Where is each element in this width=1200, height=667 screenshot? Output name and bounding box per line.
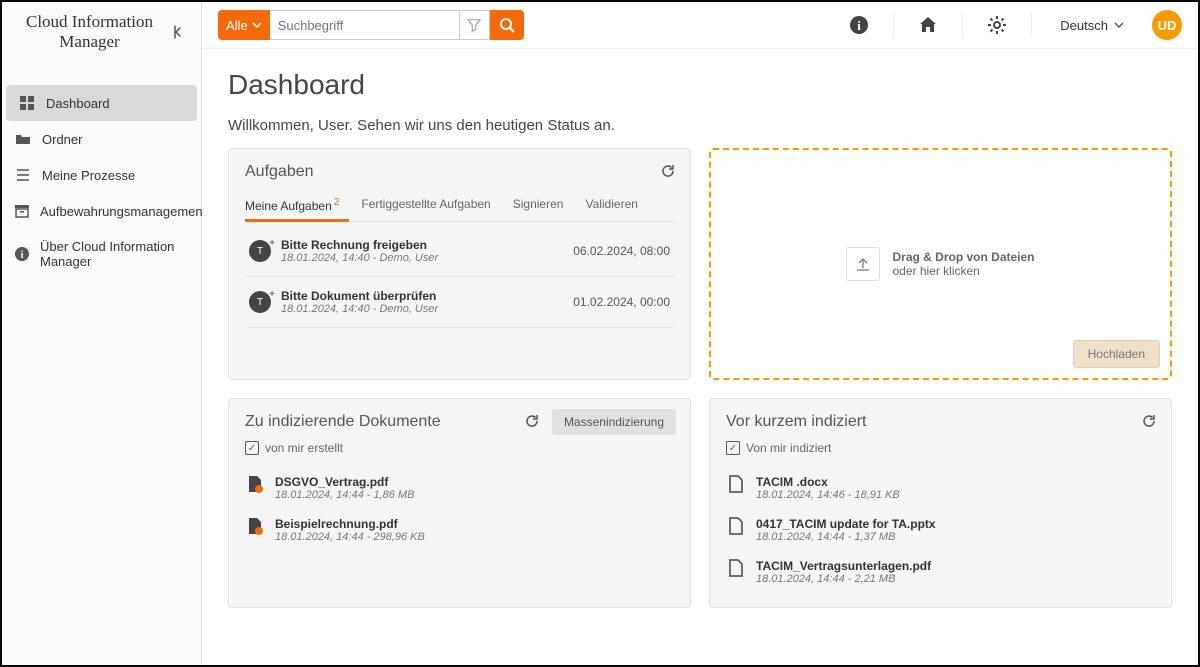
document-meta: 18.01.2024, 14:44 - 1,37 MB [756,531,936,543]
checkbox-label: Von mir indiziert [746,441,831,455]
home-button[interactable] [914,11,942,39]
upload-text-secondary: oder hier klicken [892,264,1034,278]
sidebar-item-prozesse[interactable]: Meine Prozesse [2,157,201,193]
search-scope-dropdown[interactable]: Alle [218,10,270,40]
refresh-icon [524,413,540,429]
sidebar-item-label: Dashboard [46,96,110,111]
document-warn-icon [247,517,265,535]
info-button[interactable]: i [845,11,873,39]
mass-index-button[interactable]: Massenindizierung [552,409,676,435]
list-icon [14,167,32,183]
welcome-text: Willkommen, User. Sehen wir uns den heut… [228,117,1172,134]
page-title: Dashboard [228,69,1172,101]
home-icon [918,15,938,35]
document-meta: 18.01.2024, 14:44 - 2,21 MB [756,573,931,585]
document-row[interactable]: 0417_TACIM update for TA.pptx 18.01.2024… [726,509,1155,551]
task-meta: 18.01.2024, 14:40 - Demo, User [281,252,563,264]
document-title: DSGVO_Vertrag.pdf [275,475,414,489]
task-icon: T [249,240,271,262]
document-title: TACIM_Vertragsunterlagen.pdf [756,559,931,573]
tab-validieren[interactable]: Validieren [585,191,637,221]
created-by-me-checkbox[interactable]: ✓ [245,441,259,455]
sidebar-item-aufbewahrung[interactable]: Aufbewahrungsmanagement [2,193,201,229]
user-avatar[interactable]: UD [1152,10,1182,40]
panel-title: Aufgaben [245,163,674,181]
task-title: Bitte Dokument überprüfen [281,289,563,303]
document-warn-icon [247,475,265,493]
collapse-icon [169,24,185,40]
document-row[interactable]: Beispielrechnung.pdf 18.01.2024, 14:44 -… [245,509,674,551]
info-icon: i [849,15,869,35]
document-meta: 18.01.2024, 14:44 - 298,96 KB [275,531,425,543]
topbar: Alle i Deutsch [202,2,1198,49]
search-button[interactable] [490,10,524,40]
document-title: Beispielrechnung.pdf [275,517,425,531]
svg-text:i: i [21,250,24,261]
refresh-button[interactable] [660,163,676,179]
recent-panel: Vor kurzem indiziert ✓ Von mir indiziert… [709,398,1172,608]
upload-dropzone[interactable]: Drag & Drop von Dateien oder hier klicke… [709,148,1172,380]
language-dropdown[interactable]: Deutsch [1052,18,1132,33]
tab-signieren[interactable]: Signieren [513,191,564,221]
document-row[interactable]: TACIM .docx 18.01.2024, 14:46 - 18,91 KB [726,467,1155,509]
sidebar-item-label: Meine Prozesse [42,168,135,183]
task-icon: T [249,291,271,313]
grid-icon [18,95,36,111]
info-icon: i [14,246,30,262]
task-meta: 18.01.2024, 14:40 - Demo, User [281,303,563,315]
document-row[interactable]: TACIM_Vertragsunterlagen.pdf 18.01.2024,… [726,551,1155,593]
checkbox-label: von mir erstellt [265,441,343,455]
tasks-panel: Aufgaben Meine Aufgaben2 Fertiggestellte… [228,148,691,380]
task-date: 06.02.2024, 08:00 [573,244,670,258]
sidebar-item-ordner[interactable]: Ordner [2,121,201,157]
refresh-button[interactable] [524,413,540,429]
sidebar-item-about[interactable]: i Über Cloud Information Manager [2,229,201,279]
sidebar: Cloud Information Manager Dashboard Ordn… [2,2,202,665]
task-row[interactable]: T Bitte Dokument überprüfen 18.01.2024, … [245,277,674,328]
document-row[interactable]: DSGVO_Vertrag.pdf 18.01.2024, 14:44 - 1,… [245,467,674,509]
document-icon [728,475,746,493]
sidebar-item-label: Über Cloud Information Manager [40,239,189,269]
document-meta: 18.01.2024, 14:46 - 18,91 KB [756,489,900,501]
document-title: TACIM .docx [756,475,900,489]
upload-icon [846,247,880,281]
chevron-down-icon [1114,20,1124,30]
search-icon [499,17,515,33]
upload-button[interactable]: Hochladen [1073,340,1160,368]
refresh-icon [660,163,676,179]
archive-icon [14,203,30,219]
document-icon [728,517,746,535]
search-input[interactable] [270,10,460,40]
document-meta: 18.01.2024, 14:44 - 1,86 MB [275,489,414,501]
tab-fertig[interactable]: Fertiggestellte Aufgaben [361,191,490,221]
to-index-panel: Zu indizierende Dokumente Massenindizier… [228,398,691,608]
folder-icon [14,131,32,147]
upload-text-primary: Drag & Drop von Dateien [892,250,1034,264]
sidebar-item-label: Aufbewahrungsmanagement [40,204,206,219]
document-title: 0417_TACIM update for TA.pptx [756,517,936,531]
sidebar-collapse-button[interactable] [165,20,189,44]
sidebar-item-label: Ordner [42,132,82,147]
refresh-button[interactable] [1141,413,1157,429]
task-title: Bitte Rechnung freigeben [281,238,563,252]
brand-title: Cloud Information Manager [14,12,165,51]
svg-text:i: i [857,18,861,33]
task-date: 01.02.2024, 00:00 [573,295,670,309]
tab-meine-aufgaben[interactable]: Meine Aufgaben2 [245,191,339,221]
gear-icon [987,15,1007,35]
filter-button[interactable] [460,10,490,40]
sidebar-item-dashboard[interactable]: Dashboard [6,85,197,121]
filter-icon [467,18,481,32]
chevron-down-icon [252,20,262,30]
document-icon [728,559,746,577]
indexed-by-me-checkbox[interactable]: ✓ [726,441,740,455]
panel-title: Vor kurzem indiziert [726,413,1155,431]
task-row[interactable]: T Bitte Rechnung freigeben 18.01.2024, 1… [245,226,674,277]
refresh-icon [1141,413,1157,429]
settings-button[interactable] [983,11,1011,39]
